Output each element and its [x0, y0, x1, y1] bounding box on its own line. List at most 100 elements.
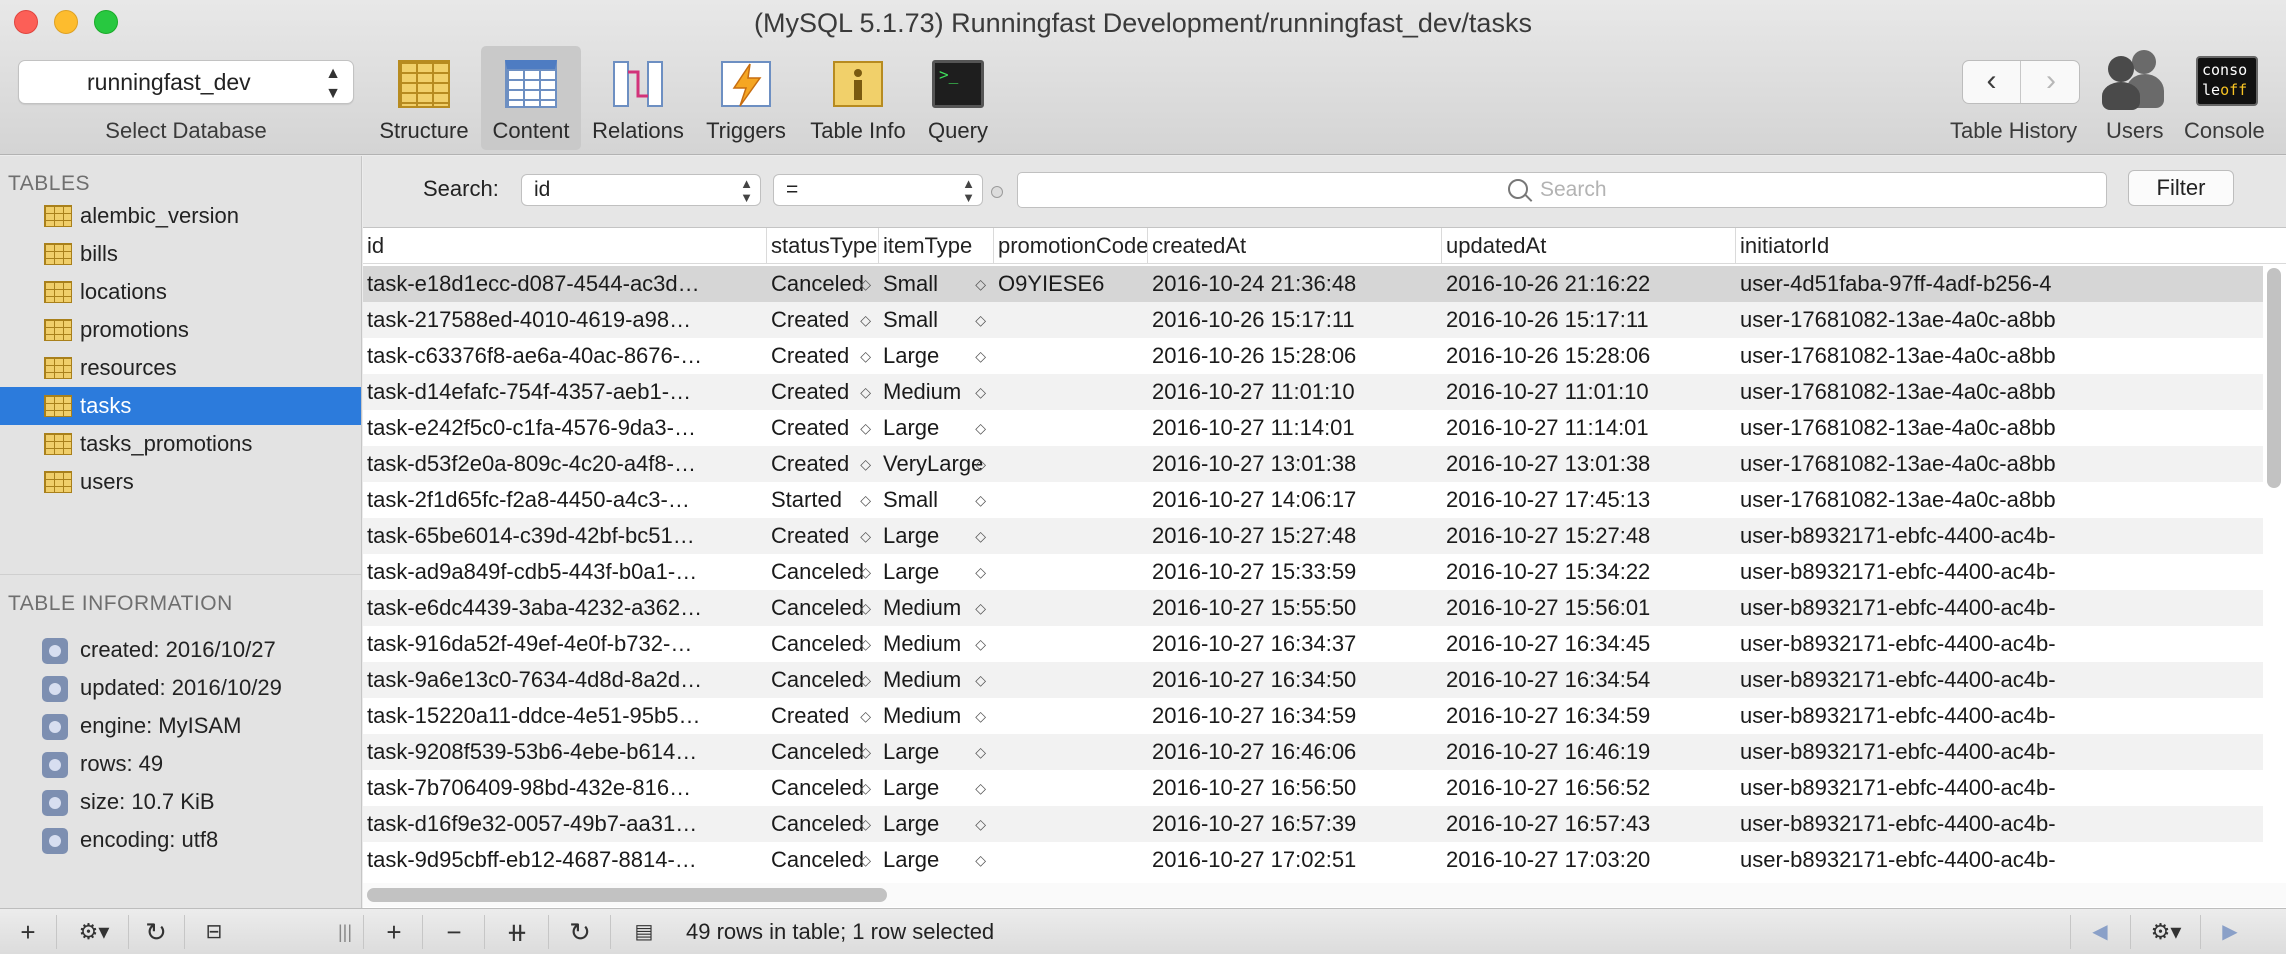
refresh-tables-icon[interactable]: ↻	[136, 909, 176, 954]
cell-statustype[interactable]: Created ◇	[767, 374, 879, 410]
cell-promotioncode[interactable]	[994, 482, 1148, 518]
enum-updown-icon[interactable]: ◇	[975, 806, 986, 842]
cell-itemtype[interactable]: Large ◇	[879, 770, 994, 806]
cell-updatedat[interactable]: 2016-10-27 15:34:22	[1442, 554, 1736, 590]
cell-initiatorid[interactable]: user-b8932171-ebfc-4400-ac4b-	[1736, 770, 2263, 806]
cell-id[interactable]: task-2f1d65fc-f2a8-4450-a4c3-…	[363, 482, 763, 518]
enum-updown-icon[interactable]: ◇	[860, 446, 871, 482]
cell-promotioncode[interactable]	[994, 626, 1148, 662]
cell-statustype[interactable]: Canceled ◇	[767, 266, 879, 302]
enum-updown-icon[interactable]: ◇	[860, 518, 871, 554]
cell-id[interactable]: task-7b706409-98bd-432e-816…	[363, 770, 763, 806]
cell-id[interactable]: task-65be6014-c39d-42bf-bc51…	[363, 518, 763, 554]
cell-promotioncode[interactable]	[994, 446, 1148, 482]
cell-statustype[interactable]: Canceled ◇	[767, 554, 879, 590]
cell-updatedat[interactable]: 2016-10-27 15:56:01	[1442, 590, 1736, 626]
cell-updatedat[interactable]: 2016-10-27 16:34:59	[1442, 698, 1736, 734]
table-row[interactable]: task-9d95cbff-eb12-4687-8814-… Canceled ◇ L…	[363, 842, 2263, 878]
horizontal-scroll-thumb[interactable]	[367, 888, 887, 902]
relations-button[interactable]: Relations	[586, 46, 690, 150]
sidebar-table-alembic-version[interactable]: alembic_version	[0, 197, 361, 235]
cell-initiatorid[interactable]: user-17681082-13ae-4a0c-a8bb	[1736, 374, 2263, 410]
cell-id[interactable]: task-c63376f8-ae6a-40ac-8676-…	[363, 338, 763, 374]
enum-updown-icon[interactable]: ◇	[860, 806, 871, 842]
cell-statustype[interactable]: Created ◇	[767, 698, 879, 734]
enum-updown-icon[interactable]: ◇	[860, 302, 871, 338]
cell-statustype[interactable]: Canceled ◇	[767, 734, 879, 770]
cell-initiatorid[interactable]: user-4d51faba-97ff-4adf-b256-4	[1736, 266, 2263, 302]
cell-statustype[interactable]: Started ◇	[767, 482, 879, 518]
enum-updown-icon[interactable]: ◇	[860, 626, 871, 662]
table-row[interactable]: task-9208f539-53b6-4ebe-b614… Canceled ◇ La…	[363, 734, 2263, 770]
cell-createdat[interactable]: 2016-10-27 16:34:50	[1148, 662, 1442, 698]
cell-itemtype[interactable]: Small ◇	[879, 266, 994, 302]
table-row[interactable]: task-d14efafc-754f-4357-aeb1-… Created ◇ Me…	[363, 374, 2263, 410]
console-icon[interactable]: conso leoff	[2196, 56, 2258, 106]
enum-updown-icon[interactable]: ◇	[860, 662, 871, 698]
sidebar-table-locations[interactable]: locations	[0, 273, 361, 311]
cell-createdat[interactable]: 2016-10-27 16:34:59	[1148, 698, 1442, 734]
column-header-promotioncode[interactable]: promotionCode	[994, 228, 1148, 264]
add-table-button[interactable]: +	[8, 909, 48, 954]
next-page-icon[interactable]: ▶	[2210, 909, 2250, 954]
cell-statustype[interactable]: Created ◇	[767, 302, 879, 338]
vertical-scroll-thumb[interactable]	[2267, 268, 2281, 488]
cell-itemtype[interactable]: Large ◇	[879, 338, 994, 374]
cell-itemtype[interactable]: Large ◇	[879, 842, 994, 878]
cell-itemtype[interactable]: VeryLarge ◇	[879, 446, 994, 482]
sidebar-table-tasks-promotions[interactable]: tasks_promotions	[0, 425, 361, 463]
enum-updown-icon[interactable]: ◇	[975, 842, 986, 878]
enum-updown-icon[interactable]: ◇	[860, 698, 871, 734]
cell-statustype[interactable]: Canceled ◇	[767, 626, 879, 662]
cell-id[interactable]: task-9208f539-53b6-4ebe-b614…	[363, 734, 763, 770]
cell-id[interactable]: task-15220a11-ddce-4e51-95b5…	[363, 698, 763, 734]
table-row[interactable]: task-e6dc4439-3aba-4232-a362… Canceled ◇ Me…	[363, 590, 2263, 626]
cell-initiatorid[interactable]: user-b8932171-ebfc-4400-ac4b-	[1736, 626, 2263, 662]
cell-initiatorid[interactable]: user-17681082-13ae-4a0c-a8bb	[1736, 302, 2263, 338]
cell-statustype[interactable]: Created ◇	[767, 338, 879, 374]
previous-page-icon[interactable]: ◀	[2080, 909, 2120, 954]
enum-updown-icon[interactable]: ◇	[860, 374, 871, 410]
cell-initiatorid[interactable]: user-b8932171-ebfc-4400-ac4b-	[1736, 590, 2263, 626]
cell-promotioncode[interactable]	[994, 302, 1148, 338]
table-row[interactable]: task-916da52f-49ef-4e0f-b732-… Canceled ◇ M…	[363, 626, 2263, 662]
refresh-content-icon[interactable]: ↻	[560, 909, 600, 954]
cell-itemtype[interactable]: Large ◇	[879, 410, 994, 446]
table-info-button[interactable]: Table Info	[802, 46, 914, 150]
database-select[interactable]: runningfast_dev ▲ ▼	[18, 60, 354, 104]
cell-createdat[interactable]: 2016-10-27 15:55:50	[1148, 590, 1442, 626]
table-row[interactable]: task-9a6e13c0-7634-4d8d-8a2d… Canceled ◇ Me…	[363, 662, 2263, 698]
table-row[interactable]: task-65be6014-c39d-42bf-bc51… Created ◇ Lar…	[363, 518, 2263, 554]
enum-updown-icon[interactable]: ◇	[975, 302, 986, 338]
cell-statustype[interactable]: Canceled ◇	[767, 662, 879, 698]
cell-itemtype[interactable]: Large ◇	[879, 554, 994, 590]
cell-id[interactable]: task-d16f9e32-0057-49b7-aa31…	[363, 806, 763, 842]
enum-updown-icon[interactable]: ◇	[975, 698, 986, 734]
cell-itemtype[interactable]: Small ◇	[879, 482, 994, 518]
cell-itemtype[interactable]: Large ◇	[879, 518, 994, 554]
cell-updatedat[interactable]: 2016-10-27 16:34:54	[1442, 662, 1736, 698]
enum-updown-icon[interactable]: ◇	[860, 842, 871, 878]
search-operator-select[interactable]: = ▲ ▼	[773, 174, 983, 206]
cell-id[interactable]: task-e18d1ecc-d087-4544-ac3d…	[363, 266, 763, 302]
enum-updown-icon[interactable]: ◇	[975, 338, 986, 374]
table-row[interactable]: task-c63376f8-ae6a-40ac-8676-… Created ◇ La…	[363, 338, 2263, 374]
filter-button[interactable]: Filter	[2128, 170, 2234, 206]
cell-itemtype[interactable]: Large ◇	[879, 806, 994, 842]
table-row[interactable]: task-217588ed-4010-4619-a98… Created ◇ Smal…	[363, 302, 2263, 338]
cell-initiatorid[interactable]: user-b8932171-ebfc-4400-ac4b-	[1736, 518, 2263, 554]
cell-updatedat[interactable]: 2016-10-26 21:16:22	[1442, 266, 1736, 302]
cell-createdat[interactable]: 2016-10-26 15:17:11	[1148, 302, 1442, 338]
cell-updatedat[interactable]: 2016-10-27 16:57:43	[1442, 806, 1736, 842]
sidebar-table-users[interactable]: users	[0, 463, 361, 501]
cell-statustype[interactable]: Canceled ◇	[767, 806, 879, 842]
cell-initiatorid[interactable]: user-b8932171-ebfc-4400-ac4b-	[1736, 554, 2263, 590]
enum-updown-icon[interactable]: ◇	[860, 482, 871, 518]
cell-createdat[interactable]: 2016-10-27 13:01:38	[1148, 446, 1442, 482]
add-row-button[interactable]: +	[374, 909, 414, 954]
search-field-select[interactable]: id ▲ ▼	[521, 174, 761, 206]
history-back-button[interactable]: ‹	[1963, 61, 2021, 103]
enum-updown-icon[interactable]: ◇	[860, 266, 871, 302]
cell-itemtype[interactable]: Medium ◇	[879, 590, 994, 626]
history-forward-button[interactable]: ›	[2022, 61, 2080, 103]
